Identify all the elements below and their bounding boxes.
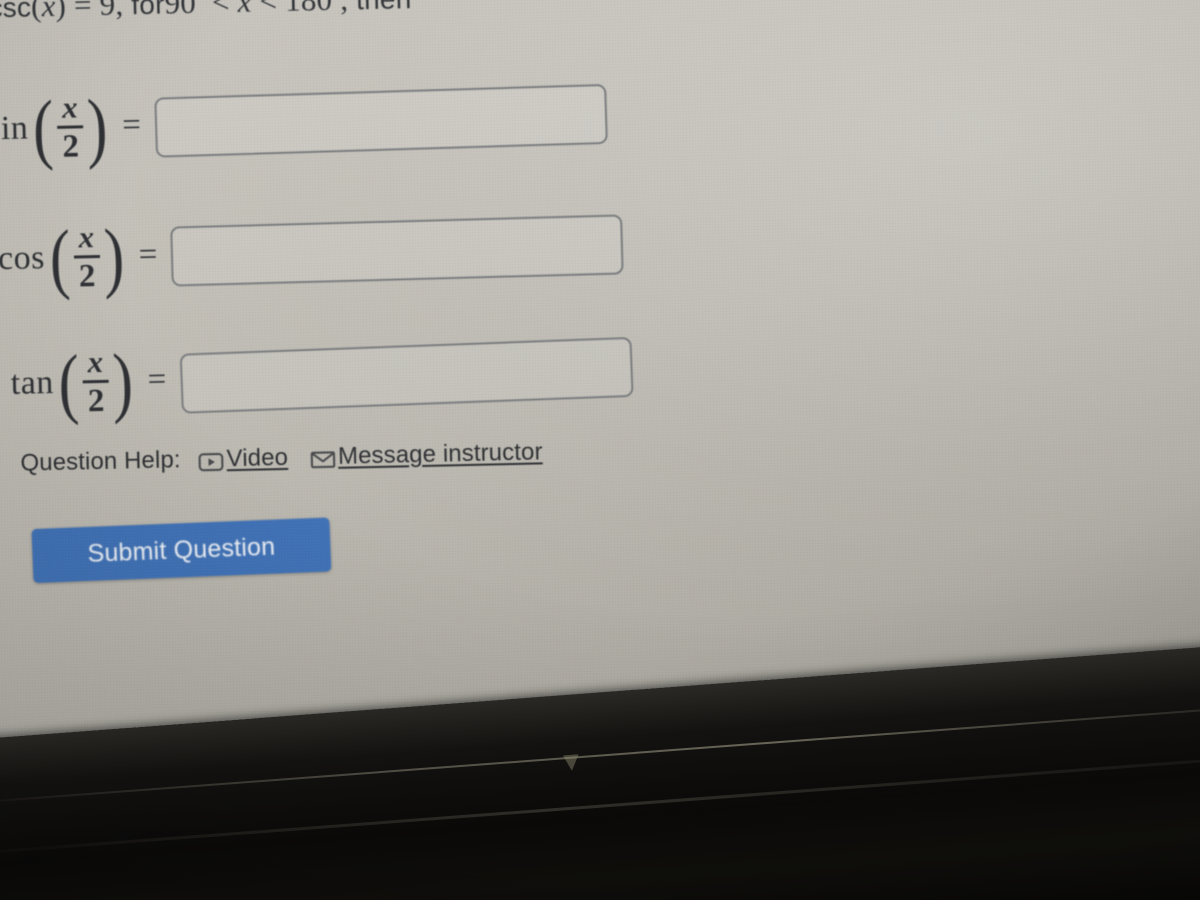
prompt-upper-bound: 180 bbox=[285, 0, 333, 18]
video-help-link[interactable]: Video bbox=[198, 444, 288, 474]
fraction-group-sin: ( x 2 ) bbox=[30, 82, 112, 172]
equation-row-cos: cos ( x 2 ) = bbox=[0, 210, 625, 301]
prompt-less-than-1: < bbox=[203, 0, 238, 20]
prompt-comma: , bbox=[340, 0, 357, 17]
prompt-range-variable: x bbox=[237, 0, 252, 19]
paren-open-cos: ( bbox=[48, 213, 71, 301]
bezel-notch bbox=[563, 754, 580, 771]
message-instructor-label: Message instructor bbox=[337, 438, 543, 470]
equation-row-tan: tan ( x 2 ) = bbox=[10, 334, 634, 426]
equals-sign-sin: = bbox=[121, 107, 142, 144]
envelope-icon bbox=[310, 447, 335, 468]
video-help-label: Video bbox=[226, 443, 289, 473]
question-help-label: Question Help: bbox=[20, 446, 181, 477]
paren-close-tan: ) bbox=[111, 336, 134, 425]
prompt-paren-open: ( bbox=[30, 0, 42, 24]
message-instructor-link[interactable]: Message instructor bbox=[310, 438, 543, 471]
answer-input-tan[interactable] bbox=[179, 336, 634, 414]
paren-open-tan: ( bbox=[57, 338, 80, 426]
function-label-tan: tan bbox=[10, 363, 55, 402]
prompt-paren-close: ) bbox=[55, 0, 67, 23]
degree-symbol-lower: ° bbox=[197, 0, 204, 6]
question-help-row: Question Help: Video Message instructor bbox=[20, 438, 565, 478]
fraction-denominator-sin: 2 bbox=[62, 127, 80, 165]
prompt-prefix: If csc bbox=[0, 0, 32, 24]
equals-sign-cos: = bbox=[138, 236, 158, 274]
paren-open-sin: ( bbox=[32, 83, 55, 172]
fraction-tan: x 2 bbox=[82, 343, 110, 419]
fraction-group-tan: ( x 2 ) bbox=[55, 336, 137, 426]
photo-of-monitor: If csc(x) = 9, for90° < x < 180°, then s… bbox=[0, 0, 1200, 900]
answer-input-cos[interactable] bbox=[170, 214, 625, 287]
equals-sign-tan: = bbox=[147, 361, 167, 399]
prompt-lower-bound: 90 bbox=[164, 0, 197, 21]
video-play-icon bbox=[198, 450, 224, 471]
bezel-highlight-lower bbox=[0, 753, 1200, 857]
question-page: If csc(x) = 9, for90° < x < 180°, then s… bbox=[0, 0, 1169, 775]
submit-question-button[interactable]: Submit Question bbox=[31, 517, 332, 584]
paren-close-sin: ) bbox=[86, 82, 109, 170]
fraction-numerator-tan: x bbox=[87, 343, 104, 380]
degree-symbol-upper: ° bbox=[333, 0, 340, 3]
prompt-for-word: for bbox=[130, 0, 165, 21]
function-label-sin: sin bbox=[0, 109, 29, 148]
prompt-then-word: then bbox=[356, 0, 412, 15]
answer-input-sin[interactable] bbox=[154, 83, 608, 158]
fraction-numerator-sin: x bbox=[61, 89, 79, 125]
prompt-equals: = bbox=[65, 0, 101, 23]
fraction-cos: x 2 bbox=[73, 219, 101, 294]
prompt-less-than-2: < bbox=[251, 0, 286, 19]
paren-close-cos: ) bbox=[102, 212, 125, 300]
equation-row-sin: sin ( x 2 ) = bbox=[0, 80, 608, 172]
question-prompt: If csc(x) = 9, for90° < x < 180°, then bbox=[0, 0, 412, 26]
fraction-denominator-cos: 2 bbox=[78, 257, 96, 294]
fraction-numerator-cos: x bbox=[78, 219, 95, 255]
fraction-sin: x 2 bbox=[57, 89, 85, 165]
fraction-group-cos: ( x 2 ) bbox=[46, 212, 128, 301]
prompt-variable: x bbox=[41, 0, 56, 24]
fraction-denominator-tan: 2 bbox=[87, 382, 105, 419]
prompt-csc-value: 9, bbox=[99, 0, 124, 22]
function-label-cos: cos bbox=[0, 238, 46, 277]
